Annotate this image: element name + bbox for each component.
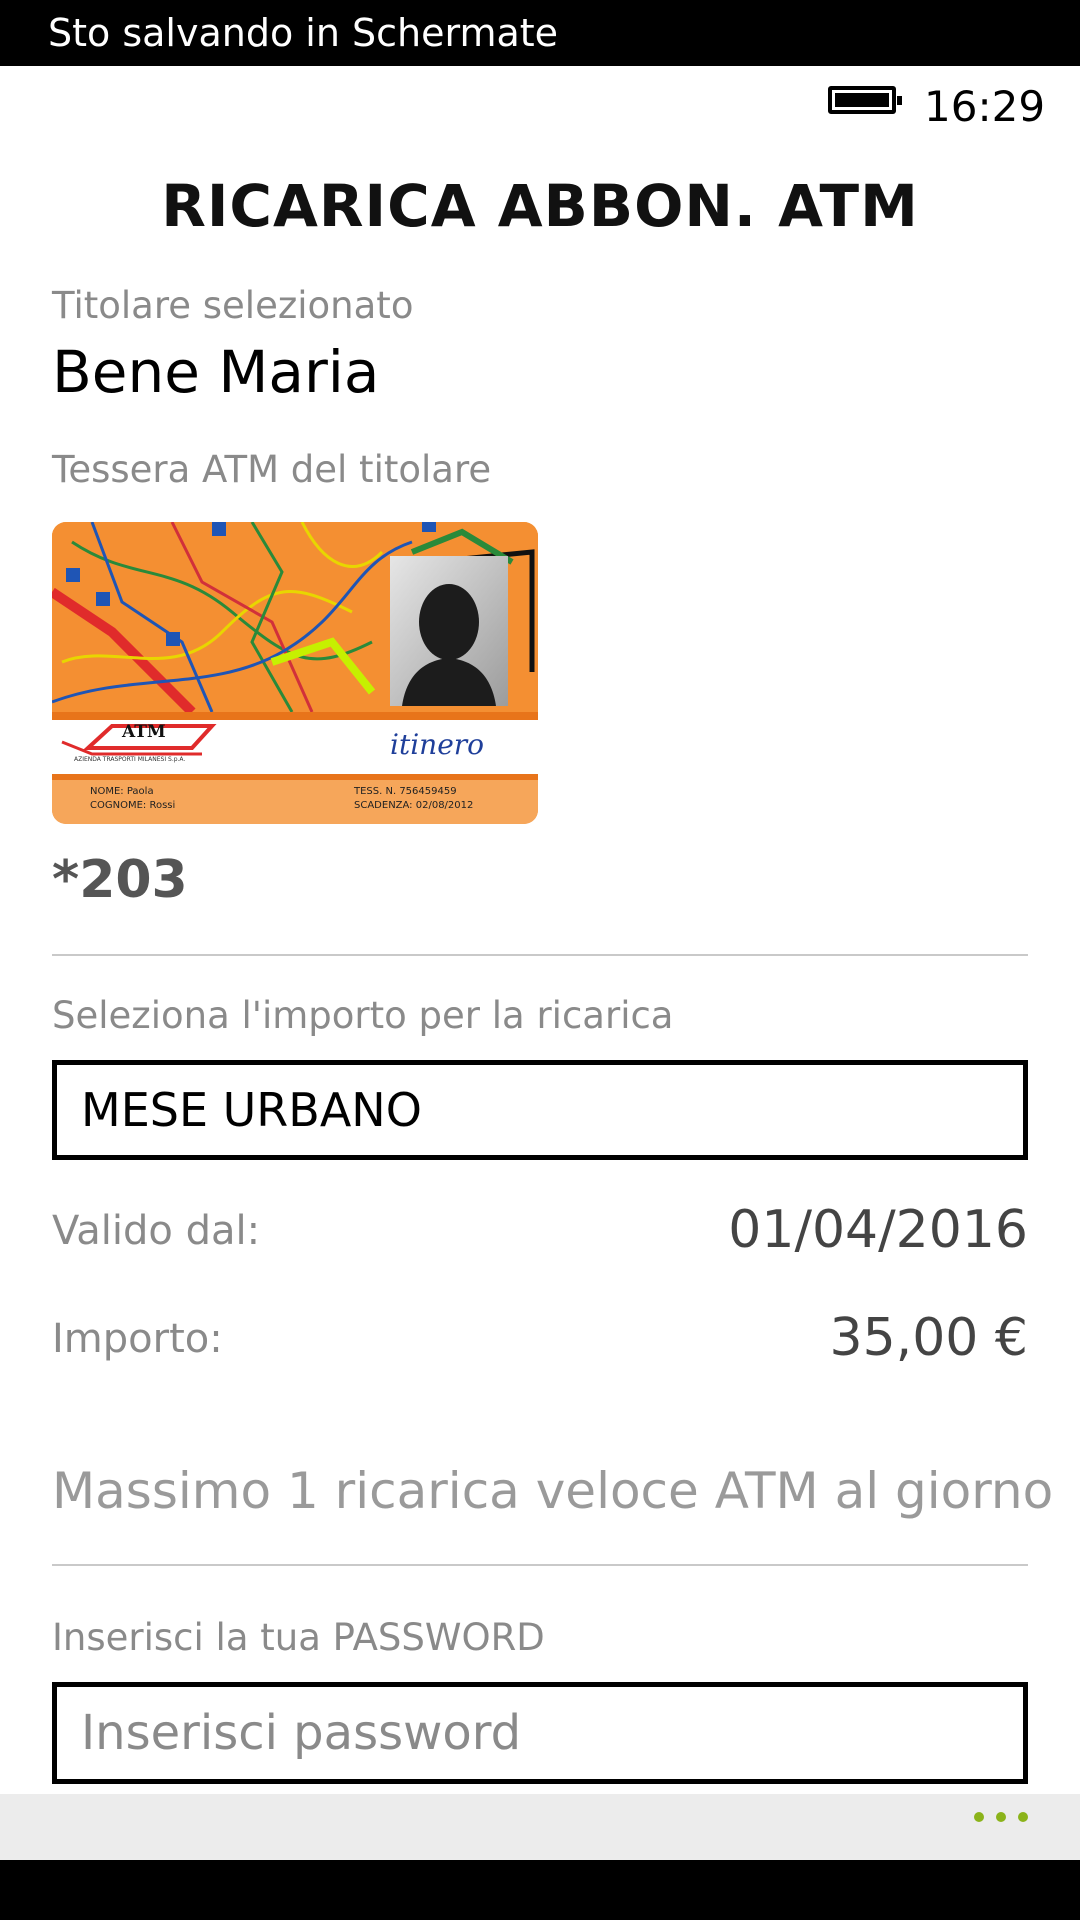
more-options-icon[interactable] xyxy=(974,1812,1028,1822)
notification-bar: Sto salvando in Schermate xyxy=(0,0,1080,66)
page-title: RICARICA ABBON. ATM xyxy=(161,172,919,240)
card-name: NOME: Paola xyxy=(90,786,154,797)
divider xyxy=(52,954,1028,956)
recharge-limit-note: Massimo 1 ricarica veloce ATM al giorno xyxy=(52,1462,1054,1520)
battery-full-icon xyxy=(828,86,902,114)
holder-name[interactable]: Bene Maria xyxy=(52,338,379,406)
atm-card-image: ATM AZIENDA TRASPORTI MILANESI S.p.A. it… xyxy=(52,522,538,824)
holder-label: Titolare selezionato xyxy=(52,284,414,327)
dot xyxy=(996,1812,1006,1822)
price-label: Importo: xyxy=(52,1316,223,1362)
card-brand: ATM xyxy=(122,722,166,742)
card-label: Tessera ATM del titolare xyxy=(52,448,492,491)
dot xyxy=(1018,1812,1028,1822)
status-time: 16:29 xyxy=(924,82,1046,131)
password-field[interactable] xyxy=(52,1682,1028,1784)
amount-label: Seleziona l'importo per la ricarica xyxy=(52,994,674,1037)
valid-from-value: 01/04/2016 xyxy=(728,1200,1028,1260)
card-brand-sub: AZIENDA TRASPORTI MILANESI S.p.A. xyxy=(74,756,186,763)
card-expiry: SCADENZA: 02/08/2012 xyxy=(354,800,474,811)
app-bar xyxy=(0,1794,1080,1860)
card-surname: COGNOME: Rossi xyxy=(90,800,176,811)
card-number-line: TESS. N. 756459459 xyxy=(354,786,457,797)
navigation-bar xyxy=(0,1860,1080,1920)
notification-text: Sto salvando in Schermate xyxy=(48,11,559,55)
amount-select[interactable]: MESE URBANO xyxy=(52,1060,1028,1160)
card-product: itinero xyxy=(390,728,485,761)
divider xyxy=(52,1564,1028,1566)
card-number: *203 xyxy=(52,850,188,910)
password-label: Inserisci la tua PASSWORD xyxy=(52,1616,545,1659)
atm-card-graphic xyxy=(52,522,538,824)
price-value: 35,00 € xyxy=(829,1308,1028,1368)
status-bar: 16:29 xyxy=(0,66,1080,146)
dot xyxy=(974,1812,984,1822)
valid-from-label: Valido dal: xyxy=(52,1208,261,1254)
